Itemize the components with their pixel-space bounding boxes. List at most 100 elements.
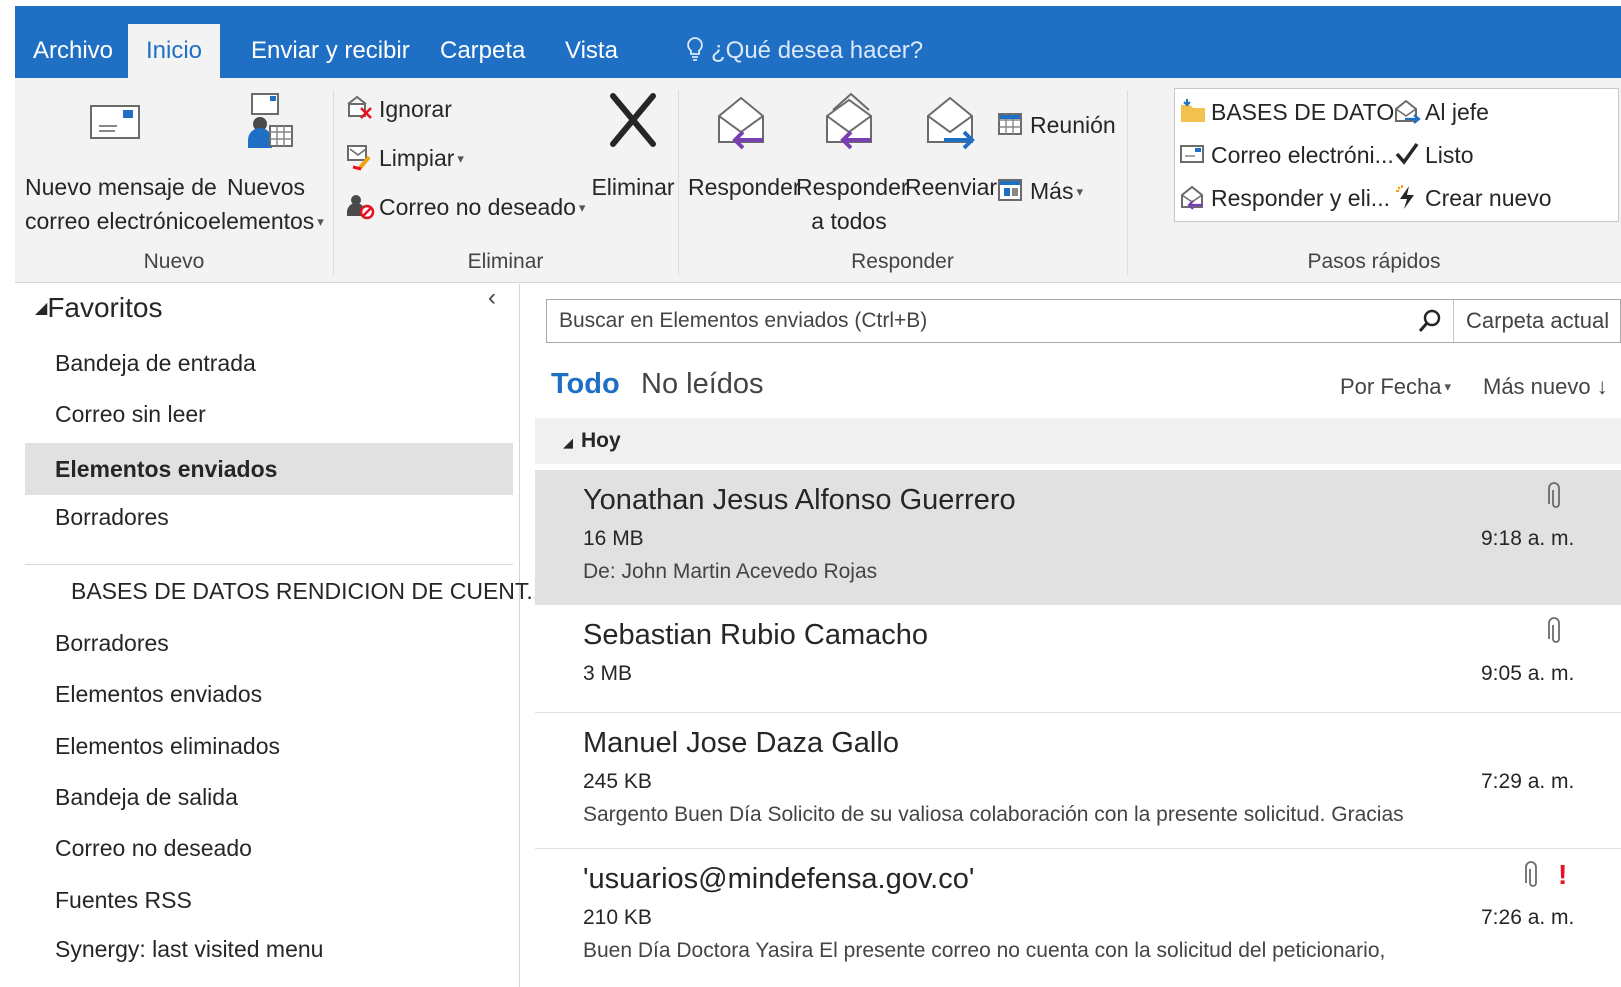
more-respond-button[interactable]: Más ▾ (996, 174, 1083, 208)
group-divider (1127, 90, 1128, 275)
group-header-today[interactable]: ◢ Hoy (535, 418, 1621, 464)
chevron-down-icon: ▾ (457, 151, 464, 166)
search-icon[interactable] (1417, 308, 1443, 334)
new-mail-label-1: Nuevo mensaje de (25, 174, 217, 200)
new-items-button[interactable]: Nuevos elementos ▾ (207, 90, 325, 239)
reply-delete-icon (1181, 185, 1203, 210)
meeting-icon (998, 113, 1022, 135)
ribbon: Nuevo mensaje de correo electrónico Nuev… (15, 78, 1621, 283)
tab-carpeta[interactable]: Carpeta (422, 24, 543, 78)
group-today-label: Hoy (581, 429, 621, 452)
message-row[interactable]: 'usuarios@mindefensa.gov.co' 210 KB Buen… (535, 849, 1621, 987)
folder-borradores[interactable]: Borradores (55, 630, 169, 657)
quick-step-responder-eliminar[interactable]: Responder y eli... (1179, 181, 1390, 215)
more-respond-icon (998, 179, 1022, 201)
collapse-pane-chevron-icon[interactable]: ‹ (488, 284, 496, 312)
new-items-label-1: Nuevos (227, 174, 305, 200)
new-mail-button[interactable]: Nuevo mensaje de correo electrónico (25, 90, 217, 238)
reply-icon (718, 96, 764, 150)
account-header[interactable]: BASES DE DATOS RENDICION DE CUENT... (71, 578, 546, 605)
reply-button[interactable]: Responder (688, 90, 801, 204)
quick-steps-gallery: BASES DE DATO... Al jefe Correo electrón… (1174, 88, 1619, 222)
sort-by-label: Por Fecha (1340, 374, 1442, 399)
attachment-icon (1525, 861, 1537, 887)
ignore-button[interactable]: Ignorar (345, 92, 452, 126)
message-sender: Yonathan Jesus Alfonso Guerrero (583, 484, 1016, 516)
folder-elementos-enviados-selected[interactable]: Elementos enviados (25, 443, 513, 495)
junk-button[interactable]: Correo no deseado ▾ (345, 190, 585, 224)
folder-elementos-enviados[interactable]: Elementos enviados (55, 681, 262, 708)
group-divider (333, 90, 334, 275)
message-row[interactable]: Yonathan Jesus Alfonso Guerrero 16 MB De… (535, 470, 1621, 605)
message-size: 3 MB (583, 662, 633, 685)
folder-synergy[interactable]: Synergy: last visited menu (55, 936, 323, 963)
team-email-icon (1180, 145, 1204, 163)
chevron-down-icon: ▾ (1444, 379, 1452, 394)
message-sender: Manuel Jose Daza Gallo (583, 727, 899, 759)
folder-fuentes-rss[interactable]: Fuentes RSS (55, 887, 192, 914)
cleanup-button[interactable]: Limpiar ▾ (345, 141, 464, 175)
sort-by-dropdown[interactable]: Por Fecha ▾ (1340, 374, 1451, 400)
tab-archivo[interactable]: Archivo (15, 24, 131, 78)
quick-step-crear-nuevo[interactable]: Crear nuevo (1393, 181, 1552, 215)
reply-all-label-1: Responder (796, 174, 909, 200)
quick-step-bases[interactable]: BASES DE DATO... (1179, 95, 1413, 129)
chevron-down-icon: ▾ (578, 200, 586, 215)
checkmark-icon (1395, 142, 1419, 165)
forward-icon (927, 96, 975, 150)
message-time: 9:18 a. m. (1481, 527, 1575, 550)
message-sender: 'usuarios@mindefensa.gov.co' (583, 863, 975, 895)
expand-triangle-icon: ◢ (563, 435, 573, 450)
ribbon-tab-bar: Archivo Inicio Enviar y recibir Carpeta … (15, 6, 1621, 78)
folder-bandeja-entrada[interactable]: Bandeja de entrada (55, 350, 256, 377)
new-items-icon (248, 93, 293, 148)
search-box[interactable]: Buscar en Elementos enviados (Ctrl+B) Ca… (546, 299, 1621, 343)
sort-order-toggle[interactable]: Más nuevo ↓ (1483, 374, 1608, 400)
reply-label: Responder (688, 174, 801, 200)
group-label-responder: Responder (851, 250, 954, 273)
quick-step-crear-nuevo-label: Crear nuevo (1425, 185, 1552, 211)
forward-label: Reenviar (905, 174, 998, 200)
tell-me-box[interactable]: ¿Qué desea hacer? (685, 36, 923, 65)
message-size: 245 KB (583, 770, 652, 793)
tab-vista[interactable]: Vista (547, 24, 636, 78)
ignore-icon (347, 95, 372, 119)
filter-all[interactable]: Todo (551, 368, 620, 401)
message-row[interactable]: Sebastian Rubio Camacho 3 MB 9:05 a. m. (535, 605, 1621, 713)
reply-all-button[interactable]: Responder a todos (796, 90, 909, 238)
cleanup-label: Limpiar (379, 145, 455, 171)
filter-unread[interactable]: No leídos (641, 368, 764, 401)
quick-step-al-jefe[interactable]: Al jefe (1393, 95, 1489, 129)
message-time: 7:29 a. m. (1481, 770, 1575, 793)
quick-step-listo[interactable]: Listo (1393, 138, 1474, 172)
chevron-down-icon: ▾ (317, 214, 324, 229)
search-scope-dropdown[interactable]: Carpeta actual (1453, 300, 1609, 342)
favorites-header[interactable]: ◢Favoritos (35, 292, 162, 324)
new-mail-icon (90, 105, 140, 139)
folder-bandeja-salida[interactable]: Bandeja de salida (55, 784, 238, 811)
quick-step-correo-label: Correo electróni... (1211, 142, 1394, 168)
meeting-button[interactable]: Reunión (996, 108, 1116, 142)
favorites-label: Favoritos (47, 292, 163, 323)
quick-step-correo[interactable]: Correo electróni... (1179, 138, 1394, 172)
new-items-label-2: elementos ▾ (208, 208, 324, 234)
group-divider (678, 90, 679, 275)
search-input[interactable]: Buscar en Elementos enviados (Ctrl+B) (559, 309, 927, 333)
folder-elementos-eliminados[interactable]: Elementos eliminados (55, 733, 280, 760)
chevron-down-icon: ▾ (1076, 184, 1083, 199)
folder-borradores-fav[interactable]: Borradores (55, 504, 169, 531)
folder-correo-no-deseado[interactable]: Correo no deseado (55, 835, 252, 862)
delete-button[interactable]: Eliminar (588, 90, 678, 204)
quick-step-listo-label: Listo (1425, 142, 1474, 168)
junk-icon (347, 195, 375, 220)
sort-order-label: Más nuevo (1483, 374, 1591, 399)
quick-step-al-jefe-label: Al jefe (1425, 99, 1489, 125)
message-row[interactable]: Manuel Jose Daza Gallo 245 KB Sargento B… (535, 713, 1621, 849)
expand-triangle-icon: ◢ (35, 300, 48, 317)
folder-correo-sin-leer[interactable]: Correo sin leer (55, 401, 206, 428)
forward-button[interactable]: Reenviar (905, 90, 998, 204)
group-label-nuevo: Nuevo (143, 250, 205, 273)
tab-inicio[interactable]: Inicio (128, 24, 221, 78)
tab-enviar-recibir[interactable]: Enviar y recibir (233, 24, 428, 78)
folder-move-icon (1181, 99, 1205, 122)
